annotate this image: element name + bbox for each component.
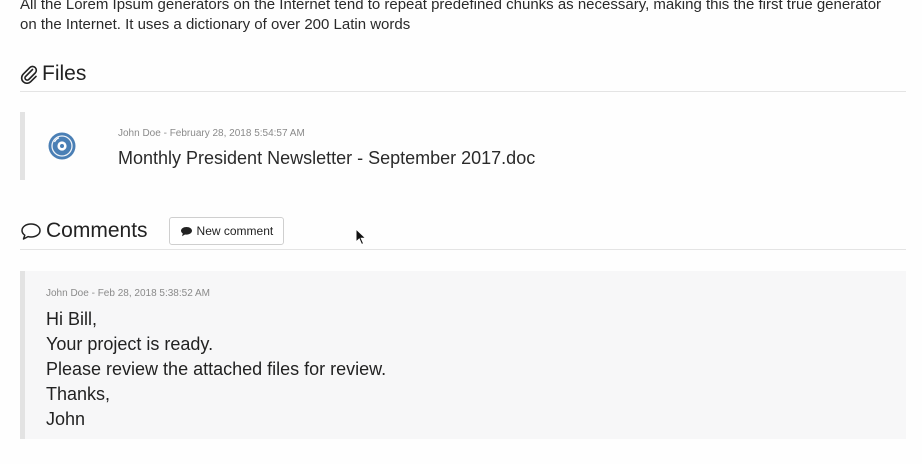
comment-line: Thanks, — [46, 384, 111, 404]
comment-line: Hi Bill, — [46, 309, 98, 329]
files-divider — [20, 91, 906, 92]
comment-meta: John Doe - Feb 28, 2018 5:38:52 AM — [46, 288, 210, 299]
files-title: Files — [42, 62, 87, 85]
disc-icon — [47, 131, 77, 161]
intro-paragraph: All the Lorem Ipsum generators on the In… — [20, 0, 882, 33]
page: All the Lorem Ipsum generators on the In… — [0, 0, 922, 464]
new-comment-button[interactable]: New comment — [168, 217, 285, 245]
file-item[interactable]: John Doe - February 28, 2018 5:54:57 AM … — [20, 112, 906, 180]
paperclip-icon — [20, 64, 38, 84]
comment-line: Your project is ready. — [46, 334, 214, 354]
comment-body: Hi Bill, Your project is ready. Please r… — [46, 307, 386, 432]
new-comment-label: New comment — [196, 224, 274, 238]
comment-icon — [180, 226, 193, 237]
mouse-pointer-icon — [355, 227, 367, 246]
file-meta: John Doe - February 28, 2018 5:54:57 AM — [118, 128, 305, 139]
comment-line: John — [46, 409, 86, 429]
comments-title: Comments — [46, 219, 148, 242]
comments-header: Comments New comment — [20, 217, 285, 245]
comments-divider — [20, 249, 906, 250]
comment-line: Please review the attached files for rev… — [46, 359, 387, 379]
file-name-link[interactable]: Monthly President Newsletter - September… — [118, 148, 535, 169]
comment-item: John Doe - Feb 28, 2018 5:38:52 AM Hi Bi… — [20, 271, 906, 439]
speech-bubble-icon — [20, 221, 42, 241]
files-header: Files — [20, 62, 86, 86]
